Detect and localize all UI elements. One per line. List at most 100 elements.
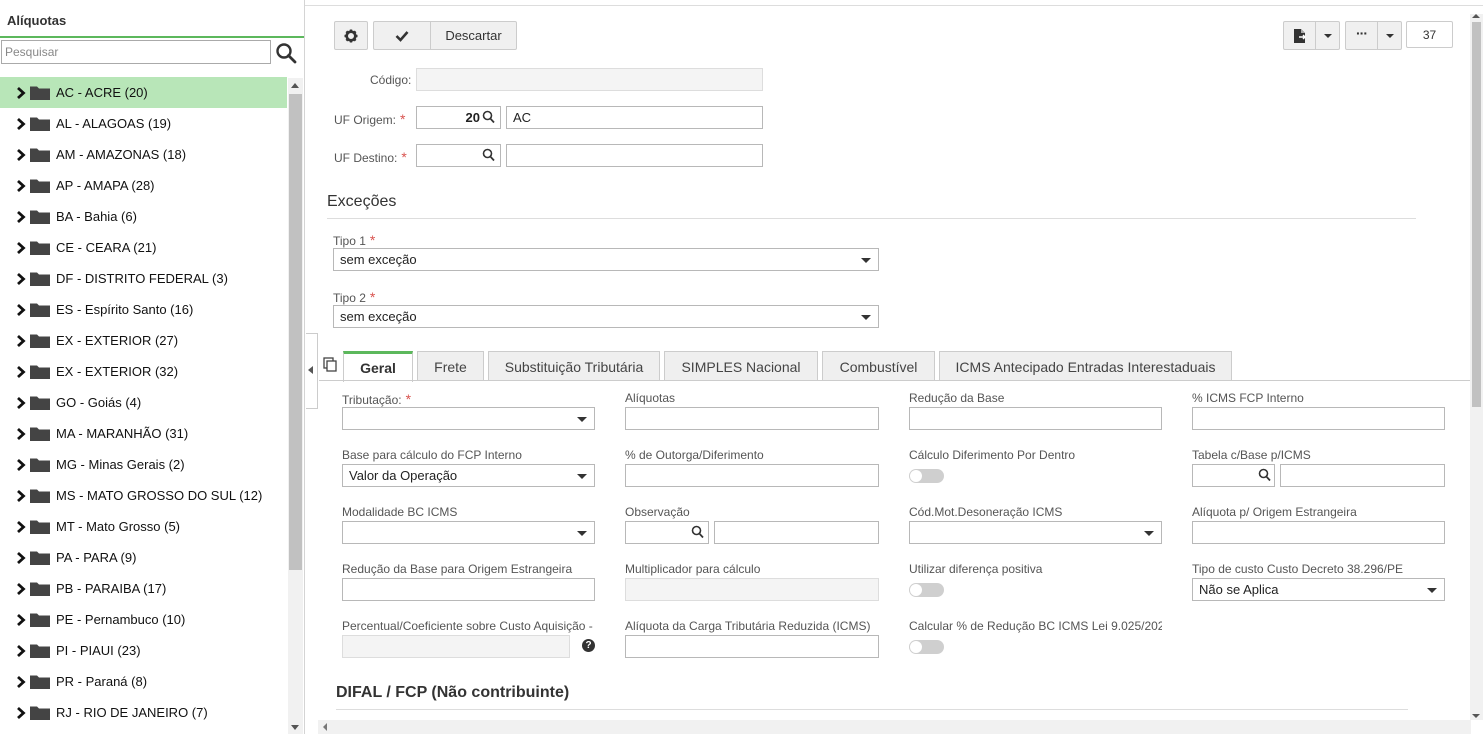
aliq-carga-input[interactable]: [625, 635, 879, 658]
tree-item[interactable]: AM - AMAZONAS (18): [0, 139, 287, 170]
chevron-right-icon[interactable]: [15, 706, 27, 720]
chevron-right-icon[interactable]: [15, 241, 27, 255]
tree-item[interactable]: MA - MARANHÃO (31): [0, 418, 287, 449]
chevron-right-icon[interactable]: [15, 86, 27, 100]
tipo2-select[interactable]: sem exceção: [333, 305, 879, 328]
tab-substituicao-tributaria[interactable]: Substituição Tributária: [488, 351, 660, 381]
outorga-input[interactable]: [625, 464, 879, 487]
search-icon[interactable]: [482, 110, 495, 127]
modalidade-select[interactable]: [342, 521, 595, 544]
sidebar-scrollbar[interactable]: [288, 78, 303, 734]
sidebar-search: [1, 40, 301, 65]
scroll-up-icon[interactable]: [291, 83, 299, 88]
uf-origem-name-field[interactable]: AC: [506, 106, 763, 129]
base-fcp-select[interactable]: Valor da Operação: [342, 464, 595, 487]
chevron-right-icon[interactable]: [15, 272, 27, 286]
scroll-down-icon[interactable]: [291, 725, 299, 730]
observacao-name-field[interactable]: [714, 521, 879, 544]
tab-frete[interactable]: Frete: [417, 351, 484, 381]
tree-item[interactable]: CE - CEARA (21): [0, 232, 287, 263]
tab-simples-nacional[interactable]: SIMPLES Nacional: [664, 351, 818, 381]
tree-item[interactable]: AL - ALAGOAS (19): [0, 108, 287, 139]
chevron-right-icon[interactable]: [15, 365, 27, 379]
tree-item[interactable]: PA - PARA (9): [0, 542, 287, 573]
chevron-right-icon[interactable]: [15, 427, 27, 441]
chevron-right-icon[interactable]: [15, 520, 27, 534]
scroll-down-icon[interactable]: [1472, 714, 1480, 718]
tab-icms-antecipado[interactable]: ICMS Antecipado Entradas Interestaduais: [939, 351, 1232, 381]
chevron-right-icon[interactable]: [15, 334, 27, 348]
chevron-right-icon[interactable]: [15, 148, 27, 162]
aliq-origem-estrangeira-input[interactable]: [1192, 521, 1445, 544]
help-icon[interactable]: ?: [582, 639, 595, 652]
reducao-base-label: Redução da Base: [909, 391, 1005, 405]
tree-item[interactable]: BA - Bahia (6): [0, 201, 287, 232]
uf-destino-label-text: UF Destino:: [334, 151, 398, 165]
tree-item[interactable]: AC - ACRE (20): [0, 77, 287, 108]
calcular-reducao-toggle[interactable]: [909, 640, 944, 654]
search-icon[interactable]: [691, 525, 704, 542]
cod-mot-select[interactable]: [909, 521, 1162, 544]
export-dropdown-button[interactable]: [1315, 21, 1340, 50]
copy-icon[interactable]: [323, 357, 337, 375]
tree-item[interactable]: ES - Espírito Santo (16): [0, 294, 287, 325]
tab-combustivel[interactable]: Combustível: [822, 351, 935, 381]
chevron-right-icon[interactable]: [15, 303, 27, 317]
tree-item-label: AC - ACRE (20): [56, 85, 148, 100]
tree-item[interactable]: PI - PIAUI (23): [0, 635, 287, 666]
calc-diferimento-toggle[interactable]: [909, 469, 944, 483]
tree-item[interactable]: PE - Pernambuco (10): [0, 604, 287, 635]
utilizar-diferenca-toggle[interactable]: [909, 583, 944, 597]
reducao-base-input[interactable]: [909, 407, 1162, 430]
chevron-right-icon[interactable]: [15, 210, 27, 224]
discard-button[interactable]: Descartar: [430, 21, 517, 50]
settings-button[interactable]: [334, 21, 368, 50]
tree-item[interactable]: EX - EXTERIOR (27): [0, 325, 287, 356]
tree-item[interactable]: MG - Minas Gerais (2): [0, 449, 287, 480]
more-dropdown-button[interactable]: [1377, 21, 1402, 50]
reducao-origem-input[interactable]: [342, 578, 595, 601]
uf-destino-name-field[interactable]: [506, 144, 763, 167]
scroll-left-icon[interactable]: [323, 723, 327, 731]
save-button[interactable]: [373, 21, 431, 50]
chevron-right-icon[interactable]: [15, 396, 27, 410]
tabela-base-name-field[interactable]: [1280, 464, 1445, 487]
scrollbar-thumb[interactable]: [289, 94, 302, 570]
tree-item[interactable]: MS - MATO GROSSO DO SUL (12): [0, 480, 287, 511]
chevron-right-icon[interactable]: [15, 489, 27, 503]
search-icon[interactable]: [275, 42, 297, 64]
chevron-right-icon[interactable]: [15, 458, 27, 472]
aliquotas-input[interactable]: [625, 407, 879, 430]
scroll-up-icon[interactable]: [1472, 14, 1480, 18]
main-scrollbar[interactable]: [1470, 14, 1483, 720]
icms-fcp-input[interactable]: [1192, 407, 1445, 430]
tree-item[interactable]: PR - Paraná (8): [0, 666, 287, 697]
tree-item[interactable]: GO - Goiás (4): [0, 387, 287, 418]
chevron-right-icon[interactable]: [15, 179, 27, 193]
search-icon[interactable]: [482, 148, 495, 165]
search-icon[interactable]: [1258, 468, 1271, 485]
export-button[interactable]: [1283, 21, 1316, 50]
collapse-sidebar-button[interactable]: [306, 333, 318, 409]
tree-item[interactable]: DF - DISTRITO FEDERAL (3): [0, 263, 287, 294]
tree-item[interactable]: RJ - RIO DE JANEIRO (7): [0, 697, 287, 728]
horizontal-scrollbar[interactable]: [318, 720, 1471, 734]
tipo1-select[interactable]: sem exceção: [333, 248, 879, 271]
main-form: Descartar ··· 37 Código: UF Origem: * 20 …: [318, 6, 1471, 734]
chevron-right-icon[interactable]: [15, 551, 27, 565]
tree-item[interactable]: EX - EXTERIOR (32): [0, 356, 287, 387]
chevron-right-icon[interactable]: [15, 675, 27, 689]
search-input[interactable]: [1, 40, 271, 64]
chevron-right-icon[interactable]: [15, 613, 27, 627]
tipo-custo-select[interactable]: Não se Aplica: [1192, 578, 1445, 601]
tributacao-select[interactable]: [342, 407, 595, 430]
tree-item[interactable]: AP - AMAPA (28): [0, 170, 287, 201]
chevron-right-icon[interactable]: [15, 117, 27, 131]
chevron-right-icon[interactable]: [15, 644, 27, 658]
scrollbar-thumb[interactable]: [1472, 22, 1481, 407]
tree-item[interactable]: PB - PARAIBA (17): [0, 573, 287, 604]
more-actions-button[interactable]: ···: [1345, 21, 1378, 50]
tree-item[interactable]: MT - Mato Grosso (5): [0, 511, 287, 542]
tab-geral[interactable]: Geral: [343, 351, 413, 382]
chevron-right-icon[interactable]: [15, 582, 27, 596]
